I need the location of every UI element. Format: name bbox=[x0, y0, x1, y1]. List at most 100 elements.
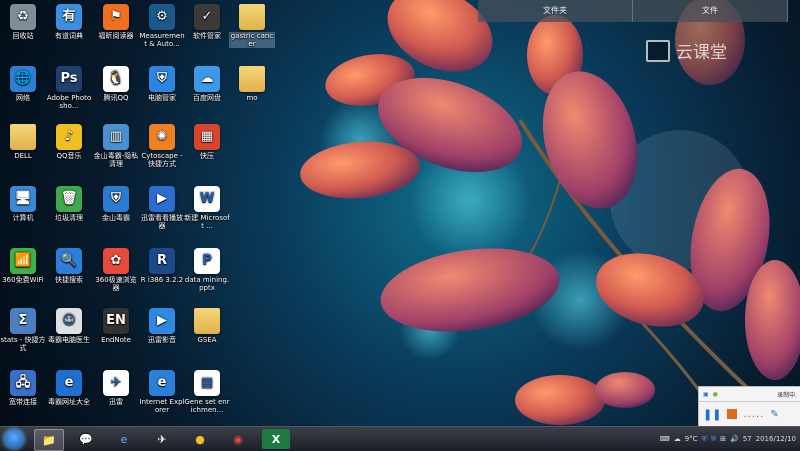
desktop-icon-gene-set[interactable]: ▤ Gene set enrichmen... bbox=[184, 370, 230, 414]
desktop-icon-xunlei-player[interactable]: ▶ 迅雷看看播放器 bbox=[139, 186, 185, 230]
desktop-icon-label: 电脑管家 bbox=[148, 94, 176, 102]
desktop-icon-software-manager[interactable]: ✓ 软件管家 bbox=[184, 4, 230, 40]
tray-volume-icon[interactable]: 🔊 bbox=[730, 435, 739, 443]
desktop-icon-gsea[interactable]: GSEA bbox=[184, 308, 230, 344]
baidu-disk-icon: ☁ bbox=[194, 66, 220, 92]
tray-network-icon[interactable]: ⊞ bbox=[720, 435, 726, 443]
desktop-icon-wifi-360[interactable]: 📶 360免费WiFi bbox=[0, 248, 46, 284]
desktop-icon-web-nav[interactable]: e 毒霸网址大全 bbox=[46, 370, 92, 406]
desktop-icon-endnote[interactable]: EN EndNote bbox=[93, 308, 139, 344]
tray-security-icon[interactable]: ⛨ bbox=[711, 435, 716, 444]
data-mining-icon: P bbox=[194, 248, 220, 274]
desktop-icon-gastric-cancer[interactable]: gastric cancer bbox=[229, 4, 275, 48]
desktop-icon-kingsoft-privacy[interactable]: ▥ 金山毒霸-隐私清理 bbox=[93, 124, 139, 168]
desktop-icon-label: 福昕阅读器 bbox=[98, 32, 134, 40]
software-manager-icon: ✓ bbox=[194, 4, 220, 30]
desktop-icon-label: Cytoscape - 快捷方式 bbox=[141, 152, 183, 168]
desktop-icon-kuaiya[interactable]: ▦ 快压 bbox=[184, 124, 230, 160]
recorder-controls: ❚❚ ..... ✎ bbox=[699, 402, 800, 426]
desktop-icon-measurement[interactable]: ⚙ Measurement & Auto... bbox=[139, 4, 185, 48]
tray-weather-icon[interactable]: ☁ bbox=[674, 435, 681, 443]
folder-tab[interactable]: 文件夹 bbox=[478, 0, 633, 22]
mo-icon bbox=[239, 66, 265, 92]
start-button[interactable] bbox=[4, 429, 24, 449]
taskbar-ie-icon[interactable]: e bbox=[110, 429, 138, 449]
stop-button[interactable] bbox=[727, 409, 738, 419]
desktop-icon-recycle-bin[interactable]: ♻ 回收站 bbox=[0, 4, 46, 40]
desktop-icon-xunlei-video[interactable]: ▶ 迅雷影音 bbox=[139, 308, 185, 344]
desktop-icon-master-lu[interactable]: ☺ 毒霸电脑医生 bbox=[46, 308, 92, 344]
taskbar: 📁 💬 e ✈ ● ◉ X ⌨ ☁ 9°C ⛨ ⛨ ⊞ 🔊 57 2016/12/10 bbox=[0, 426, 800, 451]
desktop-icon-label: data mining.pptx bbox=[184, 276, 230, 292]
desktop-icon-r-386[interactable]: R R i386 3.2.2 bbox=[139, 248, 185, 284]
desktop-icon-cytoscape[interactable]: ✺ Cytoscape - 快捷方式 bbox=[139, 124, 185, 168]
desktop-icon-label: 迅雷影音 bbox=[148, 336, 176, 344]
system-tray: ⌨ ☁ 9°C ⛨ ⛨ ⊞ 🔊 57 2016/12/10 bbox=[660, 427, 800, 451]
pen-icon[interactable]: ✎ bbox=[770, 409, 778, 420]
endnote-icon: EN bbox=[103, 308, 129, 334]
file-tab[interactable]: 文件 bbox=[633, 0, 788, 22]
computer-icon: 🖥 bbox=[10, 186, 36, 212]
desktop-icon-pc-manager[interactable]: ⛨ 电脑管家 bbox=[139, 66, 185, 102]
desktop-icon-quick-search[interactable]: 🔍 快捷搜索 bbox=[46, 248, 92, 284]
desktop-icon-ie[interactable]: e Internet Explorer bbox=[139, 370, 185, 414]
master-lu-icon: ☺ bbox=[56, 308, 82, 334]
youdao-dict-icon: 有 bbox=[56, 4, 82, 30]
desktop-icon-data-mining[interactable]: Pdata mining.pptx bbox=[184, 248, 230, 292]
pc-manager-icon: ⛨ bbox=[149, 66, 175, 92]
tray-weather-text: 9°C bbox=[684, 435, 698, 443]
desktop-icon-qq-music[interactable]: ♪ QQ音乐 bbox=[46, 124, 92, 160]
gene-set-icon: ▤ bbox=[194, 370, 220, 396]
taskbar-explorer-icon[interactable]: 📁 bbox=[34, 429, 64, 451]
taskbar-excel-icon[interactable]: X bbox=[262, 429, 290, 449]
taskbar-xunlei-icon[interactable]: ✈ bbox=[148, 429, 176, 449]
desktop-icon-junk-clean[interactable]: 🗑 垃圾清理 bbox=[46, 186, 92, 222]
desktop-icon-label: 宽带连接 bbox=[9, 398, 37, 406]
desktop-icon-stats[interactable]: Σstats - 快捷方式 bbox=[0, 308, 46, 352]
desktop-icon-label: 有道词典 bbox=[55, 32, 83, 40]
desktop-icon-new-word[interactable]: W 新建 Microsoft ... bbox=[184, 186, 230, 230]
tray-shield-icon[interactable]: ⛨ bbox=[702, 435, 707, 444]
pause-button[interactable]: ❚❚ bbox=[703, 408, 721, 421]
r-386-icon: R bbox=[149, 248, 175, 274]
clock-date: 2016/12/10 bbox=[755, 434, 796, 443]
desktop-icon-xunlei[interactable]: ✈ 迅雷 bbox=[93, 370, 139, 406]
foxit-icon: ⚑ bbox=[103, 4, 129, 30]
desktop-icon-label: 垃圾清理 bbox=[55, 214, 83, 222]
desktop-icon-label: 360免费WiFi bbox=[2, 276, 44, 284]
desktop-icon-label: 软件管家 bbox=[193, 32, 221, 40]
desktop-icon-computer[interactable]: 🖥 计算机 bbox=[0, 186, 46, 222]
taskbar-chrome-icon[interactable]: ◉ bbox=[224, 429, 252, 449]
broadband-icon: 🖧 bbox=[10, 370, 36, 396]
measurement-icon: ⚙ bbox=[149, 4, 175, 30]
desktop-icon-foxit[interactable]: ⚑ 福昕阅读器 bbox=[93, 4, 139, 40]
desktop-icon-baidu-disk[interactable]: ☁ 百度网盘 bbox=[184, 66, 230, 102]
recorder-header: ▣ ● 录制中. bbox=[699, 387, 800, 402]
desktop-icon-dell[interactable]: DELL bbox=[0, 124, 46, 160]
desktop-icon-tencent-qq[interactable]: 🐧 腾讯QQ bbox=[93, 66, 139, 102]
desktop-icon-browser-360[interactable]: ✿ 360极速浏览器 bbox=[93, 248, 139, 292]
desktop-icon-kingsoft[interactable]: ⛨ 金山毒霸 bbox=[93, 186, 139, 222]
tray-keyboard-icon[interactable]: ⌨ bbox=[660, 435, 670, 443]
desktop-icon-label: mo bbox=[246, 94, 258, 102]
desktop-icon-mo[interactable]: mo bbox=[229, 66, 275, 102]
xunlei-icon: ✈ bbox=[103, 370, 129, 396]
desktop-icon-photoshop[interactable]: Ps Adobe Photosho... bbox=[46, 66, 92, 110]
desktop-icon-label: EndNote bbox=[101, 336, 131, 344]
desktop-icon-label: gastric cancer bbox=[229, 32, 275, 48]
clock[interactable]: 2016/12/10 bbox=[756, 435, 796, 444]
kingsoft-privacy-icon: ▥ bbox=[103, 124, 129, 150]
desktop-icon-label: 金山毒霸 bbox=[102, 214, 130, 222]
desktop-icon-label: 腾讯QQ bbox=[103, 94, 129, 102]
desktop-icon-label: DELL bbox=[14, 152, 32, 160]
taskbar-wechat-icon[interactable]: 💬 bbox=[72, 429, 100, 449]
desktop-icon-youdao-dict[interactable]: 有有道词典 bbox=[46, 4, 92, 40]
desktop-icon-broadband[interactable]: 🖧 宽带连接 bbox=[0, 370, 46, 406]
desktop-icon-label: 新建 Microsoft ... bbox=[184, 214, 230, 230]
top-overlay-bar: 文件夹 文件 bbox=[478, 0, 788, 22]
ie-icon: e bbox=[149, 370, 175, 396]
taskbar-qq-music-icon[interactable]: ● bbox=[186, 429, 214, 449]
watermark-text: 云课堂 bbox=[676, 43, 727, 63]
desktop-icon-network[interactable]: 🌐 网络 bbox=[0, 66, 46, 102]
kuaiya-icon: ▦ bbox=[194, 124, 220, 150]
